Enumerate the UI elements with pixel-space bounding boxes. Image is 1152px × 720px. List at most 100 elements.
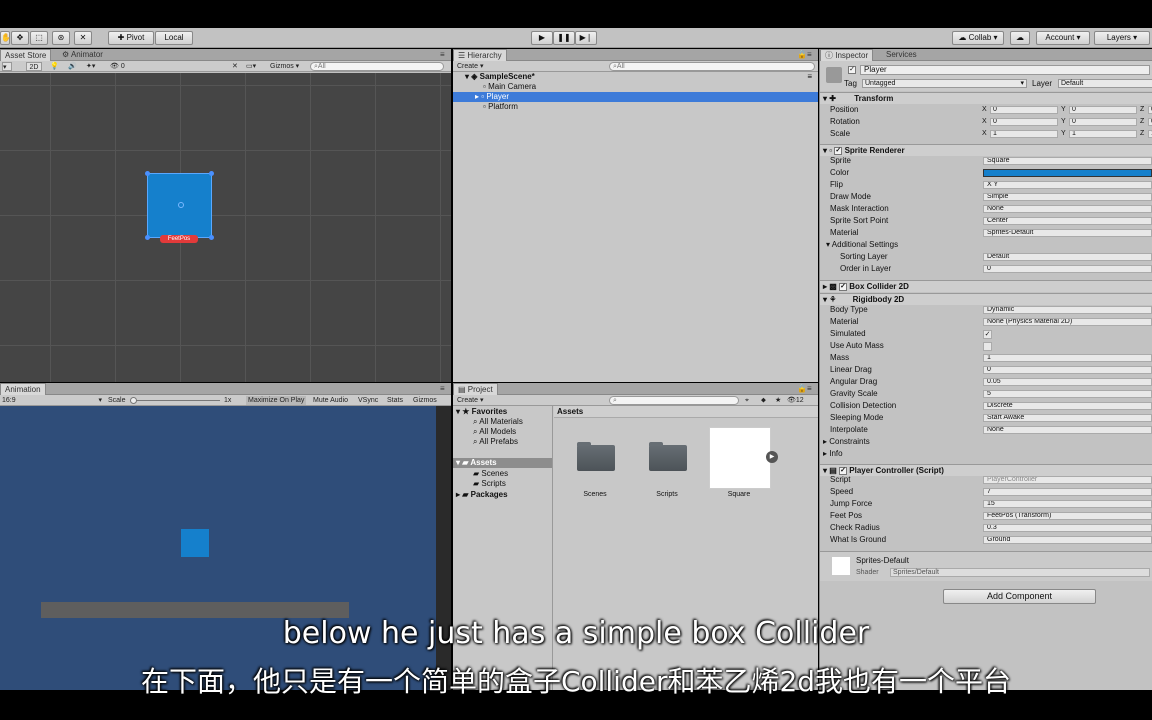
- property-value[interactable]: 5: [983, 390, 1152, 398]
- gizmos-dropdown[interactable]: Gizmos ▾: [270, 62, 299, 71]
- panel-menu-icon[interactable]: ≡: [436, 383, 449, 395]
- scene-search-input[interactable]: ⌕All: [310, 62, 444, 71]
- scene-menu-icon[interactable]: ≡: [807, 72, 812, 82]
- account-dropdown[interactable]: Account ▾: [1036, 31, 1090, 45]
- property-value[interactable]: 1: [983, 354, 1152, 362]
- aspect-dropdown[interactable]: 16:9 ▾: [2, 396, 102, 405]
- expand-arrow-icon[interactable]: ▾: [465, 72, 469, 81]
- property-value[interactable]: Center: [983, 217, 1152, 225]
- transform-y-field[interactable]: 1: [1069, 130, 1137, 138]
- hierarchy-item-player[interactable]: ▸ ▫ Player: [453, 92, 818, 102]
- transform-tool-icon[interactable]: ⊛: [52, 31, 70, 45]
- tree-fav-item[interactable]: ⌕ All Models: [453, 427, 552, 437]
- hand-tool-icon[interactable]: ✋: [0, 31, 10, 45]
- transform-z-field[interactable]: 1: [1148, 130, 1152, 138]
- vsync-toggle[interactable]: VSync: [358, 396, 378, 405]
- property-value[interactable]: 0: [983, 366, 1152, 374]
- game-gizmos-toggle[interactable]: Gizmos: [413, 396, 437, 405]
- transform-z-field[interactable]: 0: [1148, 106, 1152, 114]
- light-icon[interactable]: 💡: [50, 62, 59, 71]
- active-checkbox[interactable]: ✓: [848, 65, 856, 74]
- panel-menu-icon[interactable]: ≡: [436, 49, 449, 61]
- project-breadcrumb[interactable]: Assets: [554, 406, 818, 418]
- stats-toggle[interactable]: Stats: [387, 396, 403, 405]
- property-value[interactable]: X Y: [983, 181, 1152, 189]
- transform-z-field[interactable]: 0: [1148, 118, 1152, 126]
- audio-icon[interactable]: 🔊: [68, 62, 77, 71]
- add-component-button[interactable]: Add Component: [943, 589, 1096, 604]
- property-value[interactable]: Simple: [983, 193, 1152, 201]
- filter-type-icon[interactable]: ⌖: [745, 396, 749, 405]
- box-collider-enabled-checkbox[interactable]: ✓: [839, 282, 848, 291]
- tab-hierarchy[interactable]: ☰ Hierarchy: [453, 49, 507, 61]
- property-value[interactable]: Sprites-Default: [983, 229, 1152, 237]
- pivot-handle-icon[interactable]: [178, 202, 184, 208]
- local-button[interactable]: Local: [155, 31, 193, 45]
- hierarchy-item-platform[interactable]: ▫ Platform: [453, 102, 818, 112]
- property-value[interactable]: FeetPos (Transform): [983, 512, 1152, 520]
- maximize-on-play-toggle[interactable]: Maximize On Play: [246, 396, 307, 405]
- property-value[interactable]: [983, 169, 1152, 177]
- scale-slider-thumb[interactable]: [130, 397, 137, 404]
- transform-header[interactable]: ▾ ✚ Transform: [820, 92, 1152, 104]
- property-value[interactable]: [983, 342, 992, 351]
- play-button[interactable]: ▶: [531, 31, 553, 45]
- box-collider-header[interactable]: ▸ ▩ ✓ Box Collider 2D: [820, 280, 1152, 292]
- project-search-input[interactable]: ⌕: [609, 396, 739, 405]
- tree-favorites[interactable]: ▾ ★ Favorites: [453, 407, 552, 417]
- square-sprite-thumbnail[interactable]: [709, 427, 771, 489]
- layer-dropdown[interactable]: Default: [1058, 79, 1152, 88]
- constraints-foldout[interactable]: ▸ Constraints: [820, 436, 1152, 448]
- property-value[interactable]: ✓: [983, 330, 992, 339]
- rect-tool-icon[interactable]: ⬚: [30, 31, 48, 45]
- mute-audio-toggle[interactable]: Mute Audio: [313, 396, 348, 405]
- cloud-icon[interactable]: ☁: [1010, 31, 1030, 45]
- property-value[interactable]: Discrete: [983, 402, 1152, 410]
- corner-handle[interactable]: [145, 171, 150, 176]
- tree-assets[interactable]: ▾ ▰ Assets: [453, 458, 552, 468]
- move-tool-icon[interactable]: ✥: [11, 31, 29, 45]
- property-value[interactable]: Start Awake: [983, 414, 1152, 422]
- tree-fav-item[interactable]: ⌕ All Materials: [453, 417, 552, 427]
- tag-dropdown[interactable]: Untagged ▾: [862, 79, 1027, 88]
- filter-label-icon[interactable]: ⬥: [761, 396, 766, 405]
- object-name-field[interactable]: Player: [860, 65, 1150, 75]
- effects-icon[interactable]: ✦▾: [86, 62, 95, 71]
- tab-project[interactable]: ▤ Project: [453, 383, 498, 395]
- tab-inspector[interactable]: ⓘ Inspector: [820, 49, 874, 61]
- lock-icon[interactable]: 🔒≡: [793, 383, 816, 395]
- property-value[interactable]: Default: [983, 253, 1152, 261]
- property-value[interactable]: Dynamic: [983, 306, 1152, 314]
- tab-asset-store[interactable]: Asset Store: [0, 49, 52, 61]
- transform-y-field[interactable]: 0: [1069, 118, 1137, 126]
- mode-2d-button[interactable]: 2D: [26, 62, 42, 71]
- tree-fav-item[interactable]: ⌕ All Prefabs: [453, 437, 552, 447]
- scale-slider[interactable]: [130, 397, 220, 404]
- layers-dropdown[interactable]: Layers ▾: [1094, 31, 1150, 45]
- transform-x-field[interactable]: 1: [990, 130, 1058, 138]
- property-value[interactable]: 0: [983, 265, 1152, 273]
- tree-folder-scripts[interactable]: ▰ Scripts: [453, 479, 552, 489]
- player-sprite[interactable]: [145, 171, 214, 240]
- property-value[interactable]: 15: [983, 500, 1152, 508]
- property-value[interactable]: 7: [983, 488, 1152, 496]
- tools-icon[interactable]: ✕: [232, 62, 238, 71]
- corner-handle[interactable]: [145, 235, 150, 240]
- expand-arrow-icon[interactable]: ▸: [475, 92, 479, 101]
- project-create-dropdown[interactable]: Create ▾: [457, 396, 483, 405]
- pause-button[interactable]: ❚❚: [553, 31, 575, 45]
- tree-folder-scenes[interactable]: ▰ Scenes: [453, 469, 552, 479]
- hidden-packages-icon[interactable]: 👁12: [787, 396, 804, 405]
- custom-tool-icon[interactable]: ✕: [74, 31, 92, 45]
- tree-packages[interactable]: ▸ ▰ Packages: [453, 490, 552, 500]
- corner-handle[interactable]: [209, 235, 214, 240]
- material-preview[interactable]: [832, 557, 850, 575]
- lock-icon[interactable]: 🔒≡: [793, 49, 816, 61]
- tab-services[interactable]: Services: [882, 49, 921, 61]
- folder-scenes-icon[interactable]: [577, 442, 615, 471]
- info-foldout[interactable]: ▸ Info: [820, 448, 1152, 460]
- transform-x-field[interactable]: 0: [990, 106, 1058, 114]
- hierarchy-create-dropdown[interactable]: Create ▾: [457, 62, 483, 71]
- property-value[interactable]: PlayerController: [983, 476, 1152, 484]
- favorite-star-icon[interactable]: ★: [775, 396, 781, 405]
